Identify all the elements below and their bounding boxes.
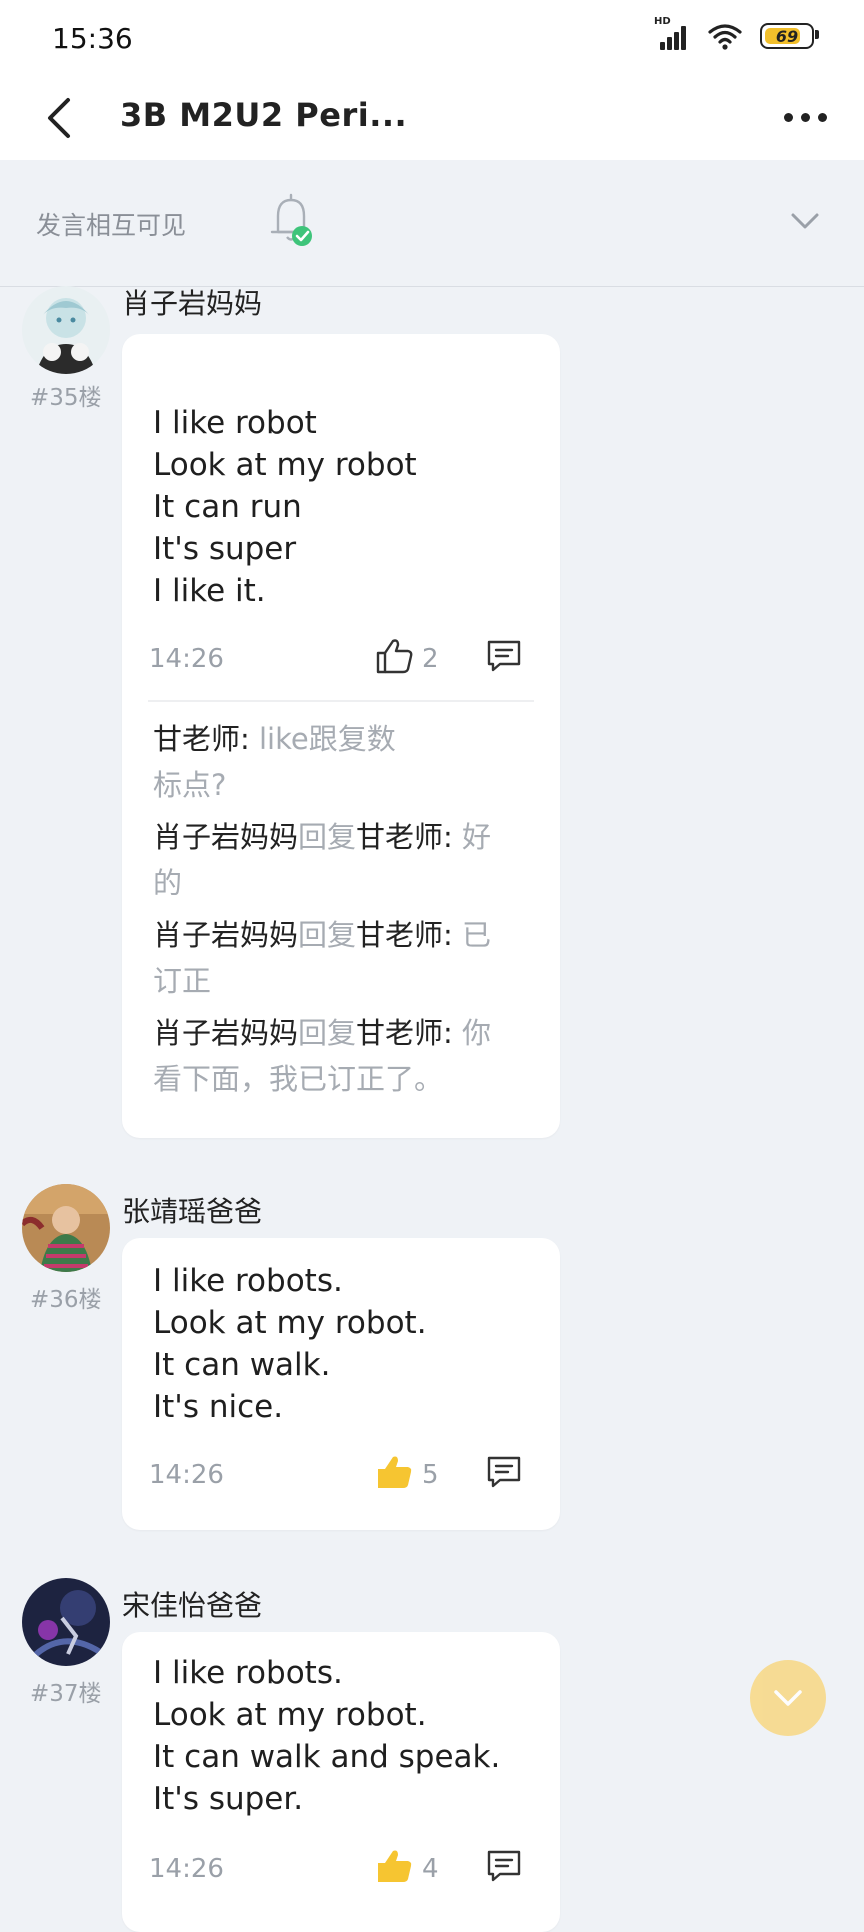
scroll-down-button[interactable] [750, 1660, 826, 1736]
reply-target: 甘老师: [356, 1016, 453, 1050]
hd-label: HD [654, 16, 671, 27]
post-body: I like robots. Look at my robot. It can … [153, 1260, 427, 1428]
post-line: I like robots. [153, 1655, 343, 1691]
post-time: 14:26 [149, 1854, 224, 1884]
post-body: I like robot Look at my robot It can run… [153, 402, 417, 612]
chevron-down-icon[interactable] [790, 206, 820, 236]
status-icons: HD 69 [654, 16, 819, 52]
reply-author: 肖子岩妈妈 [153, 1016, 299, 1050]
post-card: I like robot Look at my robot It can run… [122, 334, 560, 1138]
post-time: 14:26 [149, 1460, 224, 1490]
visibility-label: 发言相互可见 [36, 211, 187, 240]
comment-reply[interactable]: 甘老师: like跟复数 标点? [153, 716, 523, 808]
visibility-bar: 发言相互可见 [0, 160, 864, 287]
thumbs-up-icon[interactable] [374, 636, 414, 676]
status-bar: 15:36 HD 69 [0, 0, 864, 76]
battery-level: 69 [775, 26, 799, 46]
reply-text: 已 [452, 918, 492, 952]
signal-icon: HD [654, 16, 690, 52]
like-count: 5 [422, 1460, 439, 1490]
reply-verb: 回复 [298, 918, 357, 952]
chevron-down-icon [774, 1690, 802, 1706]
author-name[interactable]: 肖子岩妈妈 [122, 282, 262, 322]
thumbs-up-icon[interactable] [374, 1452, 414, 1492]
comment-reply[interactable]: 肖子岩妈妈回复甘老师: 已 订正 [153, 912, 523, 1004]
comment-icon[interactable] [486, 1848, 522, 1884]
floor-number: #35楼 [30, 385, 102, 411]
back-icon[interactable] [40, 94, 80, 142]
reply-text: 好 [452, 820, 492, 854]
post-line: Look at my robot. [153, 1305, 427, 1341]
reply-text: 订正 [153, 964, 212, 998]
post-line: I like robot [153, 405, 317, 441]
post-card: I like robots. Look at my robot. It can … [122, 1632, 560, 1932]
post-line: It's super [153, 531, 297, 567]
divider [148, 700, 534, 702]
bell-icon[interactable] [262, 192, 320, 252]
page-title: 3B M2U2 Peri... [120, 96, 408, 134]
like-count: 2 [422, 644, 439, 674]
reply-author: 甘老师: [153, 722, 250, 756]
status-time: 15:36 [52, 22, 133, 55]
reply-text: like跟复数 [249, 722, 396, 756]
reply-author: 肖子岩妈妈 [153, 918, 299, 952]
like-count: 4 [422, 1854, 439, 1884]
post-line: Look at my robot. [153, 1697, 427, 1733]
post-body: I like robots. Look at my robot. It can … [153, 1652, 500, 1820]
post-card: I like robots. Look at my robot. It can … [122, 1238, 560, 1530]
post-time: 14:26 [149, 644, 224, 674]
comment-icon[interactable] [486, 1454, 522, 1490]
author-name[interactable]: 张靖瑶爸爸 [122, 1190, 262, 1230]
post-line: It can walk. [153, 1347, 331, 1383]
nav-bar: 3B M2U2 Peri... [0, 76, 864, 160]
comment-reply[interactable]: 肖子岩妈妈回复甘老师: 你 看下面，我已订正了。 [153, 1010, 523, 1102]
reply-target: 甘老师: [356, 820, 453, 854]
avatar[interactable] [22, 1578, 110, 1666]
reply-text: 看下面，我已订正了。 [153, 1062, 444, 1096]
wifi-icon [708, 24, 742, 50]
thumbs-up-icon[interactable] [374, 1846, 414, 1886]
post-line: It's nice. [153, 1389, 284, 1425]
comment-reply[interactable]: 肖子岩妈妈回复甘老师: 好 的 [153, 814, 523, 906]
comment-icon[interactable] [486, 638, 522, 674]
reply-text: 标点? [153, 768, 227, 802]
floor-number: #36楼 [30, 1287, 102, 1313]
post-line: I like robots. [153, 1263, 343, 1299]
reply-target: 甘老师: [356, 918, 453, 952]
post-line: It can run [153, 489, 302, 525]
reply-text: 的 [153, 866, 183, 900]
reply-verb: 回复 [298, 1016, 357, 1050]
post-line: It can walk and speak. [153, 1739, 501, 1775]
avatar[interactable] [22, 286, 110, 374]
reply-verb: 回复 [298, 820, 357, 854]
author-name[interactable]: 宋佳怡爸爸 [122, 1584, 262, 1624]
reply-author: 肖子岩妈妈 [153, 820, 299, 854]
more-icon[interactable] [784, 102, 834, 132]
avatar[interactable] [22, 1184, 110, 1272]
post-line: I like it. [153, 573, 266, 609]
post-line: It's super. [153, 1781, 304, 1817]
post-line: Look at my robot [153, 447, 417, 483]
reply-text: 你 [452, 1016, 492, 1050]
floor-number: #37楼 [30, 1681, 102, 1707]
battery-icon: 69 [760, 23, 819, 49]
